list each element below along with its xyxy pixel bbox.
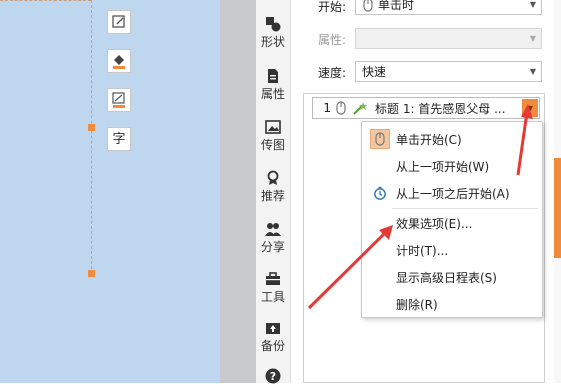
animation-item-title: 标题 1: 首先感恩父母 ... <box>375 101 506 116</box>
menu-item-show-advanced-timeline[interactable]: 显示高级日程表(S) <box>362 265 542 289</box>
crop-icon <box>112 15 125 28</box>
properties-icon <box>268 69 278 83</box>
menu-item-label: 计时(T)... <box>396 243 449 258</box>
menu-item-delete[interactable]: 删除(R) <box>362 292 542 316</box>
menu-item-label: 单击开始(C) <box>396 132 462 147</box>
menu-item-after-previous[interactable]: 从上一项之后开始(A) <box>362 181 542 205</box>
animation-context-menu: 单击开始(C) 从上一项开始(W) 从上一项之后开始(A) 效果选项(E)...… <box>361 121 543 318</box>
chevron-down-icon: ▼ <box>529 0 537 9</box>
menu-item-start-on-click[interactable]: 单击开始(C) <box>362 127 542 151</box>
fill-color-icon <box>113 55 125 69</box>
sidebar-item-label: 属性 <box>260 87 285 101</box>
sidebar-item-tools[interactable]: 工具 <box>256 271 290 305</box>
resize-handle-left-lower[interactable] <box>88 270 95 277</box>
menu-item-label: 从上一项开始(W) <box>396 159 490 174</box>
menu-item-label: 效果选项(E)... <box>396 216 473 231</box>
sidebar-item-properties[interactable]: 属性 <box>256 68 290 102</box>
menu-item-label: 删除(R) <box>396 297 438 312</box>
start-select[interactable]: 单击时 ▼ <box>355 0 542 15</box>
menu-item-effect-options[interactable]: 效果选项(E)... <box>362 211 542 235</box>
sidebar-item-label: 工具 <box>260 290 285 304</box>
menu-separator <box>392 208 538 209</box>
shapes-icon <box>266 17 281 32</box>
selection-border-left <box>91 0 92 274</box>
slide-canvas[interactable]: 字 <box>0 0 220 383</box>
sidebar-item-label: 分享 <box>260 240 285 254</box>
clock-icon <box>370 183 390 203</box>
share-icon <box>265 223 281 236</box>
canvas-scroll-gutter <box>220 0 256 383</box>
speed-select[interactable]: 快速 ▼ <box>355 61 542 82</box>
menu-item-with-previous[interactable]: 从上一项开始(W) <box>362 154 542 178</box>
text-tool-button[interactable]: 字 <box>107 127 131 151</box>
animation-order-number: 1 <box>323 101 331 115</box>
property-label: 属性: <box>318 33 347 47</box>
property-select[interactable]: ▼ <box>355 28 542 49</box>
mouse-icon <box>363 0 373 12</box>
animation-list-item[interactable]: 1 标题 1: 首先感恩父母 ... ▼ <box>312 97 540 119</box>
sidebar-item-share[interactable]: 分享 <box>256 221 290 255</box>
speed-select-value: 快速 <box>362 65 387 79</box>
start-select-value: 单击时 <box>378 0 415 12</box>
mouse-click-icon <box>370 129 390 149</box>
line-color-icon <box>112 92 125 108</box>
resize-handle-left-upper[interactable] <box>88 124 95 131</box>
sidebar-item-backup[interactable]: 备份 <box>256 320 290 354</box>
panel-collapse-tab[interactable] <box>554 158 561 258</box>
backup-icon <box>266 323 280 334</box>
help-icon: ? <box>265 368 281 384</box>
start-label: 开始: <box>318 0 347 14</box>
recommend-icon <box>267 170 279 185</box>
selection-border-top <box>0 0 91 1</box>
chevron-down-icon: ▼ <box>529 34 537 43</box>
mouse-icon <box>336 101 346 115</box>
task-pane-sidebar: 形状 属性 传图 推荐 分享 工具 备份 ? <box>256 0 291 384</box>
toolbox-icon <box>266 272 280 285</box>
sidebar-item-upload-image[interactable]: 传图 <box>256 119 290 153</box>
menu-item-label: 显示高级日程表(S) <box>396 270 497 285</box>
line-color-button[interactable] <box>107 88 131 112</box>
sidebar-item-help[interactable]: ? <box>256 368 290 384</box>
menu-item-label: 从上一项之后开始(A) <box>396 186 510 201</box>
menu-item-timing[interactable]: 计时(T)... <box>362 238 542 262</box>
sidebar-item-label: 形状 <box>260 35 285 49</box>
fill-color-button[interactable] <box>107 49 131 73</box>
sidebar-item-label: 备份 <box>260 339 285 353</box>
sidebar-item-label: 推荐 <box>260 189 285 203</box>
sidebar-item-shapes[interactable]: 形状 <box>256 16 290 50</box>
text-icon: 字 <box>112 131 126 147</box>
svg-text:?: ? <box>270 370 276 383</box>
chevron-down-icon: ▼ <box>526 103 534 113</box>
speed-label: 速度: <box>318 66 347 80</box>
entrance-effect-icon <box>353 102 367 115</box>
upload-image-icon <box>265 120 281 134</box>
crop-button[interactable] <box>107 10 131 34</box>
chevron-down-icon: ▼ <box>529 67 537 76</box>
animation-item-dropdown-button[interactable]: ▼ <box>522 99 538 117</box>
sidebar-item-label: 传图 <box>260 138 285 152</box>
sidebar-item-recommend[interactable]: 推荐 <box>256 170 290 204</box>
